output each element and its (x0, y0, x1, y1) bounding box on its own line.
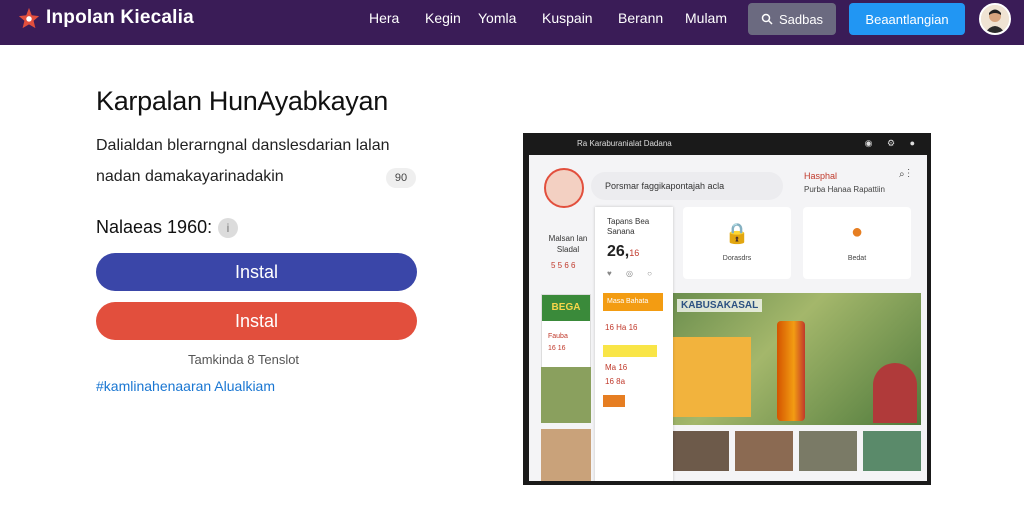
install-note: Tamkinda 8 Tenslot (188, 352, 300, 367)
version-text: Nalaeas 1960: (96, 217, 213, 237)
mockup-popup-red-bar (603, 395, 625, 407)
mockup-banner: KABUSAKASAL (673, 293, 921, 425)
install-button-secondary[interactable]: Instal (96, 302, 417, 340)
mockup-thumb-2 (671, 431, 729, 471)
mockup-avatar (544, 168, 584, 208)
mockup-popup-row-3: 16 8a (605, 377, 626, 386)
hashtag-link[interactable]: #kamlinahenaaran Alualkiam (96, 378, 275, 394)
mockup-right-title: Hasphal (804, 171, 838, 181)
mockup-card-2: ● Bedat (803, 207, 911, 279)
mockup-thumb-3 (735, 431, 793, 471)
description-badge: 90 (386, 168, 416, 188)
lock-icon: 🔒 (724, 223, 750, 245)
mockup-popup-number: 26,16 (607, 243, 639, 261)
mockup-thumb-5 (863, 431, 921, 471)
mockup-topbar-title: Ra Karaburanialat Dadana (577, 139, 672, 148)
description-line-1: Dalialdan blerarngnal danslesdarian lala… (96, 137, 390, 154)
info-icon[interactable]: i (218, 218, 238, 238)
mockup-topbar: Ra Karaburanialat Dadana ◉ ⚙ ● (523, 133, 931, 155)
cta-button[interactable]: Beaantlangian (849, 3, 965, 35)
mockup-popup-row-2: Ma 16 (605, 363, 628, 372)
nav-item-4[interactable]: Kuspain (542, 10, 618, 26)
mockup-search: Porsmar faggikapontajah acla (591, 172, 783, 200)
mockup-banner-card (673, 337, 751, 417)
mockup-green-head: BEGA (542, 295, 590, 321)
mockup-card-2-label: Bedat (847, 255, 867, 262)
mockup-banner-bottle (777, 321, 805, 421)
mockup-popup-icons: ♥ ◎ ○ (607, 269, 659, 278)
install-button-primary[interactable]: Instal (96, 253, 417, 291)
star-logo-icon (18, 7, 40, 29)
mockup-popup-row-1: 16 Ha 16 (605, 323, 638, 332)
person-icon: ● (850, 221, 864, 243)
mockup-thumb-4 (799, 431, 857, 471)
mockup-body: Porsmar faggikapontajah acla Hasphal Pur… (529, 155, 927, 481)
search-button-label: Sadbas (778, 11, 824, 27)
mockup-popup-orange-bar: Masa Bahata (603, 293, 663, 311)
nav-item-3[interactable]: Yomla (478, 10, 542, 26)
mockup-green-line-2: 16 16 (548, 345, 566, 352)
mockup-right-subtitle: Purba Hanaa Rapattiin (804, 185, 885, 194)
top-navigation-bar: Inpolan Kiecalia Hera Kegin Yomla Kuspai… (0, 0, 1024, 45)
mockup-left-label: Malsan lan Sladal (548, 234, 588, 254)
mockup-popup-yellow-bar (603, 345, 657, 357)
brand[interactable]: Inpolan Kiecalia (18, 7, 194, 29)
mockup-thumb-left-1 (541, 367, 591, 423)
user-avatar-icon[interactable] (979, 3, 1011, 35)
page-title: Karpalan HunAyabkayan (96, 86, 388, 116)
mockup-popup: Tapans Bea Sanana 26,16 ♥ ◎ ○ Masa Bahat… (595, 207, 673, 481)
mockup-left-rating: 5 5 6 6 (551, 261, 576, 270)
mockup-card-1-label: Dorasdrs (722, 255, 752, 262)
mockup-green-text: Fauba 16 16 (548, 331, 568, 355)
nav-item-1[interactable]: Hera (369, 10, 425, 26)
nav-item-6[interactable]: Mulam (685, 10, 745, 26)
description-line-2: nadan damakayarinadakin (96, 168, 284, 185)
mockup-popup-number-value: 26, (607, 243, 630, 260)
mockup-status-icons: ◉ ⚙ ● (864, 138, 921, 148)
mockup-search-icon: ⌕ ⋮ (899, 169, 910, 180)
nav-item-2[interactable]: Kegin (425, 10, 478, 26)
mockup-green-line-1: Fauba (548, 333, 568, 340)
mockup-banner-person (873, 363, 917, 423)
mockup-card-1: 🔒 Dorasdrs (683, 207, 791, 279)
brand-name: Inpolan Kiecalia (46, 7, 194, 28)
nav-item-5[interactable]: Berann (618, 10, 685, 26)
app-screenshot: Ra Karaburanialat Dadana ◉ ⚙ ● Porsmar f… (523, 133, 931, 485)
main-nav: Hera Kegin Yomla Kuspain Berann Mulam (369, 10, 745, 26)
mockup-thumb-left-2 (541, 429, 591, 481)
search-icon (761, 13, 773, 25)
mockup-popup-number-suffix: 16 (629, 248, 640, 258)
mockup-popup-title: Tapans Bea Sanana (607, 217, 650, 236)
search-button[interactable]: Sadbas (748, 3, 836, 35)
mockup-banner-text: KABUSAKASAL (677, 299, 763, 312)
